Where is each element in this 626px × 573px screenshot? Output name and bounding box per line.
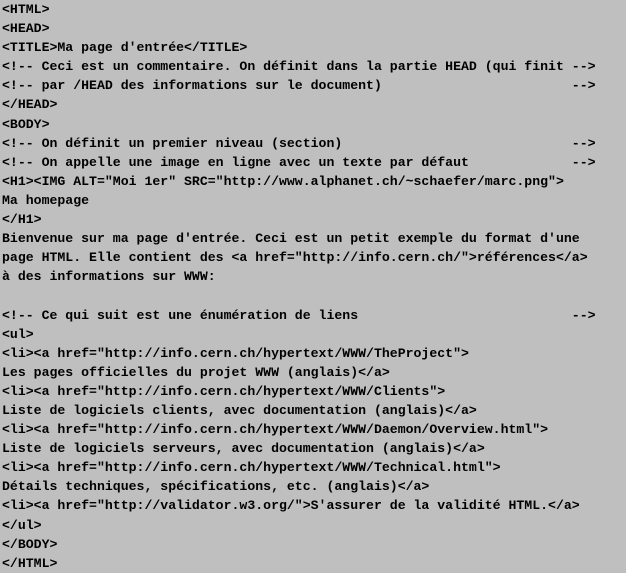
code-block: <HTML> <HEAD> <TITLE>Ma page d'entrée</T… <box>0 0 626 573</box>
